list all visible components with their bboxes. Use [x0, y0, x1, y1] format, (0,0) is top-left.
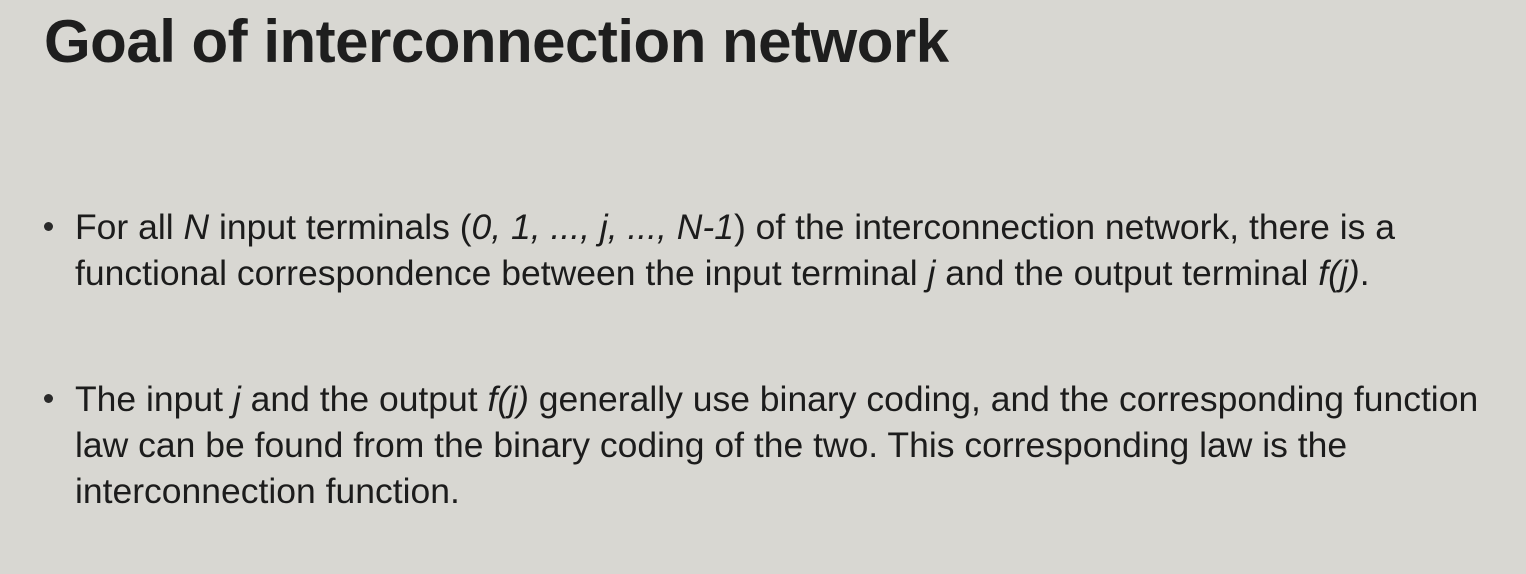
bullet-dot-icon — [44, 394, 53, 403]
bullet-list: For all N input terminals (0, 1, ..., j,… — [44, 204, 1494, 514]
slide: Goal of interconnection network For all … — [0, 0, 1526, 574]
bullet2-var-fj: f(j) — [487, 379, 529, 419]
bullet-item-2: The input j and the output f(j) generall… — [44, 376, 1494, 514]
bullet1-var-n: N — [183, 207, 210, 247]
bullet1-text-1: For all — [75, 207, 184, 247]
bullet-item-1: For all N input terminals (0, 1, ..., j,… — [44, 204, 1494, 296]
bullet1-text-5: . — [1359, 253, 1370, 293]
slide-title: Goal of interconnection network — [44, 8, 949, 75]
bullet1-text-4: and the output terminal — [935, 253, 1319, 293]
bullet-dot-icon — [44, 222, 53, 231]
bullet2-var-j: j — [232, 379, 241, 419]
bullet2-text-1: The input — [75, 379, 233, 419]
bullet1-text-2: input terminals ( — [209, 207, 472, 247]
bullet1-range: 0, 1, ..., j, ..., N-1 — [471, 207, 734, 247]
bullet1-var-fj: f(j) — [1318, 253, 1360, 293]
bullet2-text-2: and the output — [240, 379, 488, 419]
